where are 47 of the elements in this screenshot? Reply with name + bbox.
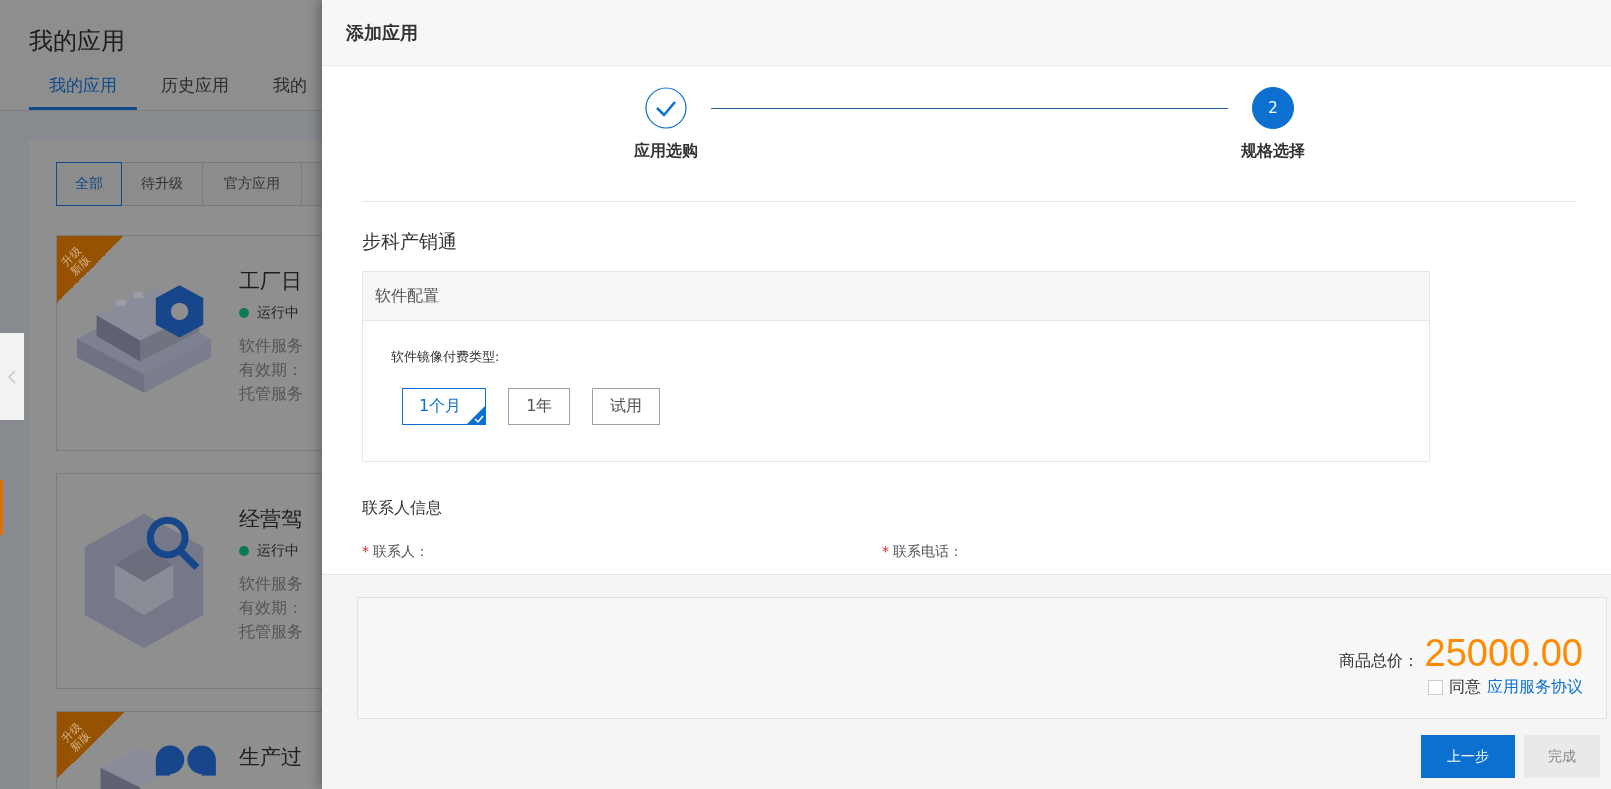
upgrade-ribbon: 升级 新版 [57, 712, 124, 779]
upgrade-ribbon: 升级 新版 [57, 236, 124, 303]
status-text: 运行中 [257, 304, 299, 322]
selected-corner-icon [466, 405, 487, 425]
agree-label: 同意 [1449, 677, 1481, 698]
page-tab[interactable]: 我的应用 [29, 74, 137, 110]
total-label: 商品总价： [1338, 651, 1419, 672]
step-label: 规格选择 [1241, 141, 1305, 162]
step-number: 2 [1252, 87, 1294, 129]
app-detail: 有效期： [239, 597, 303, 619]
status-dot [239, 308, 249, 318]
option-button[interactable]: 试用 [592, 388, 661, 425]
filter-tab[interactable]: 官方应用 [203, 162, 302, 206]
app-detail: 托管服务 [239, 383, 303, 405]
page-title: 我的应用 [28, 26, 126, 57]
field-label: 联系电话： [893, 543, 963, 559]
page-tab[interactable]: 我的 [253, 74, 322, 110]
back-button[interactable]: 上一步 [1421, 735, 1515, 778]
product-name: 步科产销通 [362, 229, 458, 254]
app-detail: 托管服务 [239, 621, 303, 643]
drawer-title: 添加应用 [346, 20, 418, 45]
status-text: 运行中 [257, 542, 299, 560]
panel-header: 软件配置 [363, 272, 1429, 321]
page-tab[interactable]: 历史应用 [141, 74, 249, 110]
agreement-link[interactable]: 应用服务协议 [1487, 677, 1583, 698]
filter-tab[interactable]: 全部 [56, 162, 122, 206]
filter-tab[interactable]: 待升级 [122, 162, 203, 206]
step-label: 应用选购 [634, 141, 698, 162]
total-price: 25000.00 [1424, 632, 1583, 675]
field-label: 联系人： [373, 543, 429, 559]
app-name: 经营驾 [239, 506, 303, 533]
field-label: 软件镜像付费类型: [391, 348, 501, 366]
app-name: 工厂日 [239, 268, 303, 295]
option-button[interactable]: 1个月 [402, 388, 487, 425]
collapse-handle[interactable] [0, 333, 24, 420]
app-detail: 软件服务 [239, 573, 303, 595]
agree-checkbox[interactable] [1428, 680, 1443, 695]
app-detail: 有效期： [239, 359, 303, 381]
required-mark: * [882, 543, 889, 559]
chevron-left-icon [8, 369, 16, 384]
status-dot [239, 546, 249, 556]
section-title: 联系人信息 [362, 498, 443, 519]
option-button[interactable]: 1年 [508, 388, 571, 425]
side-marker [0, 480, 3, 535]
required-mark: * [362, 543, 369, 559]
app-name: 生产过 [239, 744, 302, 771]
app-detail: 软件服务 [239, 335, 303, 357]
